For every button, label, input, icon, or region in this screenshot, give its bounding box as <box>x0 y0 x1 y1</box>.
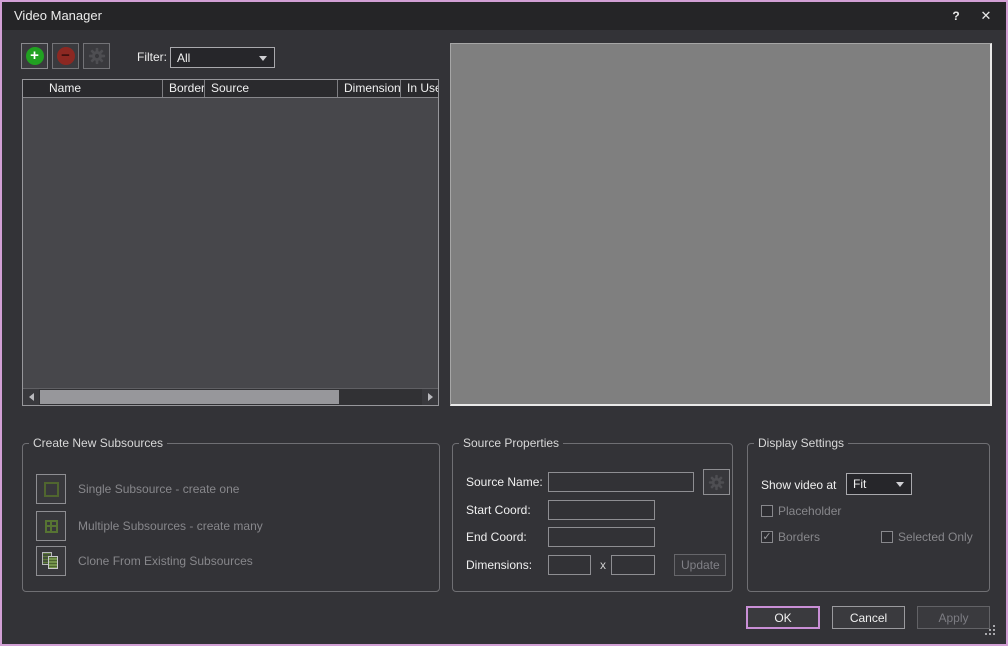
column-header-in-use[interactable]: In Use <box>401 80 438 97</box>
display-settings-title: Display Settings <box>754 436 848 450</box>
clone-subsources-label: Clone From Existing Subsources <box>78 554 253 568</box>
triangle-left-icon <box>29 393 34 401</box>
placeholder-checkbox[interactable]: Placeholder <box>761 504 841 518</box>
single-subsource-label: Single Subsource - create one <box>78 482 239 496</box>
column-header-border[interactable]: Border <box>163 80 205 97</box>
show-video-at-label: Show video at <box>761 478 836 492</box>
titlebar[interactable]: Video Manager ? ✕ <box>2 2 1006 30</box>
borders-checkbox[interactable]: ✓ Borders <box>761 530 820 544</box>
resize-grip[interactable] <box>985 625 997 637</box>
filter-selected-value: All <box>171 51 190 65</box>
help-button[interactable]: ? <box>942 2 970 30</box>
add-icon: + <box>26 47 44 65</box>
multiple-subsources-label: Multiple Subsources - create many <box>78 519 263 533</box>
dimension-height-input[interactable] <box>611 555 655 575</box>
checkbox-check-icon[interactable]: ✓ <box>761 531 773 543</box>
dimensions-separator: x <box>600 558 606 572</box>
scroll-right-button[interactable] <box>422 389 438 405</box>
minus-glyph: − <box>61 48 70 64</box>
multiple-subsources-row: Multiple Subsources - create many <box>36 511 263 541</box>
create-group-title: Create New Subsources <box>29 436 167 450</box>
start-coord-input[interactable] <box>548 500 655 520</box>
dimension-width-input[interactable] <box>548 555 591 575</box>
settings-toolbar-button[interactable] <box>83 43 110 69</box>
video-manager-window: Video Manager ? ✕ + − Filter: All Name <box>0 0 1008 646</box>
update-button[interactable]: Update <box>674 554 726 576</box>
single-subsource-row: Single Subsource - create one <box>36 474 239 504</box>
help-icon: ? <box>952 9 959 23</box>
close-button[interactable]: ✕ <box>972 2 1000 30</box>
selected-only-checkbox[interactable]: Selected Only <box>881 530 973 544</box>
source-properties-group: Source Properties Source Name: Start Coo… <box>452 436 733 592</box>
grid-icon <box>45 520 58 533</box>
start-coord-label: Start Coord: <box>466 503 531 517</box>
display-settings-group: Display Settings Show video at Fit Place… <box>747 436 990 592</box>
column-header-name[interactable]: Name <box>23 80 163 97</box>
scroll-left-button[interactable] <box>23 389 39 405</box>
apply-button[interactable]: Apply <box>917 606 990 629</box>
remove-subsource-button[interactable]: − <box>52 43 79 69</box>
end-coord-label: End Coord: <box>466 530 527 544</box>
close-icon: ✕ <box>981 8 992 23</box>
chevron-down-icon <box>896 482 904 487</box>
single-square-icon <box>44 482 59 497</box>
horizontal-scrollbar[interactable] <box>23 388 438 405</box>
clone-subsources-button[interactable] <box>36 546 66 576</box>
source-name-label: Source Name: <box>466 475 543 489</box>
chevron-down-icon <box>259 56 267 61</box>
cancel-button[interactable]: Cancel <box>832 606 905 629</box>
show-video-selected-value: Fit <box>847 477 866 491</box>
source-properties-title: Source Properties <box>459 436 563 450</box>
scrollbar-track[interactable] <box>39 389 422 405</box>
remove-icon: − <box>57 47 75 65</box>
scrollbar-thumb[interactable] <box>40 390 339 404</box>
gear-icon <box>708 474 725 491</box>
video-preview-panel <box>450 43 992 406</box>
single-subsource-button[interactable] <box>36 474 66 504</box>
dimensions-label: Dimensions: <box>466 558 532 572</box>
plus-glyph: + <box>30 48 39 64</box>
show-video-dropdown[interactable]: Fit <box>846 473 912 495</box>
checkbox-box-icon[interactable] <box>881 531 893 543</box>
add-subsource-button[interactable]: + <box>21 43 48 69</box>
end-coord-input[interactable] <box>548 527 655 547</box>
list-header: Name Border Source Dimensions In Use <box>23 80 438 98</box>
borders-label: Borders <box>778 530 820 544</box>
filter-label: Filter: <box>137 50 167 64</box>
placeholder-label: Placeholder <box>778 504 841 518</box>
subsource-list: Name Border Source Dimensions In Use <box>22 79 439 406</box>
create-new-subsources-group: Create New Subsources Single Subsource -… <box>22 436 440 592</box>
checkbox-box-icon[interactable] <box>761 505 773 517</box>
clone-subsources-row: Clone From Existing Subsources <box>36 546 253 576</box>
clone-documents-icon <box>42 552 61 570</box>
filter-dropdown[interactable]: All <box>170 47 275 68</box>
ok-button[interactable]: OK <box>746 606 820 629</box>
window-title: Video Manager <box>14 2 102 30</box>
selected-only-label: Selected Only <box>898 530 973 544</box>
column-header-dimensions[interactable]: Dimensions <box>338 80 401 97</box>
gear-icon <box>88 47 106 65</box>
grip-dots-icon <box>985 625 987 627</box>
multiple-subsources-button[interactable] <box>36 511 66 541</box>
subsource-list-body[interactable] <box>23 98 438 388</box>
source-name-settings-button[interactable] <box>703 469 730 495</box>
triangle-right-icon <box>428 393 433 401</box>
column-header-source[interactable]: Source <box>205 80 338 97</box>
source-name-input[interactable] <box>548 472 694 492</box>
clone-page-front <box>48 556 58 569</box>
